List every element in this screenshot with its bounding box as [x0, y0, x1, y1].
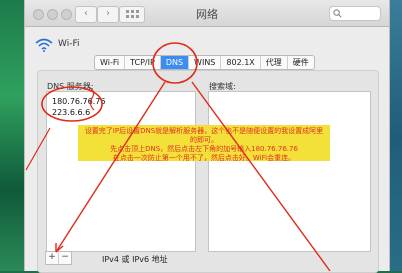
note-line: 在点击一次防止第一个用不了，然后点击好。WiFi会重连。 — [112, 154, 296, 162]
search-domains-list[interactable] — [208, 91, 371, 252]
note-line: 先点击顶上DNS，然后点击左下角的加号输入180.76.76.76 — [110, 145, 298, 153]
tab-tcpip[interactable]: TCP/IP — [125, 56, 161, 69]
remove-button[interactable]: − — [59, 252, 71, 264]
tab-dns[interactable]: DNS — [160, 56, 190, 69]
tab-hardware[interactable]: 硬件 — [288, 56, 314, 69]
tab-wins[interactable]: WINS — [189, 56, 222, 69]
tab-8021x[interactable]: 802.1X — [221, 56, 261, 69]
search-input[interactable] — [329, 6, 381, 21]
ipv-address-label: IPv4 或 IPv6 地址 — [102, 255, 168, 264]
list-item[interactable]: 180.76.76.76 — [47, 96, 195, 107]
add-remove-control: + − — [45, 251, 72, 265]
note-line: 的即可。 — [190, 136, 218, 144]
wifi-label: Wi-Fi — [58, 39, 80, 49]
tab-wifi[interactable]: Wi-Fi — [95, 56, 126, 69]
settings-tabs: Wi-Fi TCP/IP DNS WINS 802.1X 代理 硬件 — [94, 55, 315, 70]
add-button[interactable]: + — [46, 252, 59, 264]
tab-proxy[interactable]: 代理 — [261, 56, 288, 69]
dns-panel: DNS 服务器: 180.76.76.76 223.6.6.6 搜索域: — [37, 70, 379, 273]
instruction-note: 设置完了IP后设置DNS就是解析服务器，这个也不是随便设置的我设置成阿里 的即可… — [78, 125, 330, 162]
dns-servers-list[interactable]: 180.76.76.76 223.6.6.6 — [46, 91, 196, 252]
search-icon — [333, 9, 342, 18]
title-bar: ‹ › 网络 — [25, 0, 389, 27]
list-item[interactable]: 223.6.6.6 — [47, 107, 195, 118]
wifi-icon — [35, 38, 53, 52]
note-line: 设置完了IP后设置DNS就是解析服务器，这个也不是随便设置的我设置成阿里 — [84, 127, 324, 135]
